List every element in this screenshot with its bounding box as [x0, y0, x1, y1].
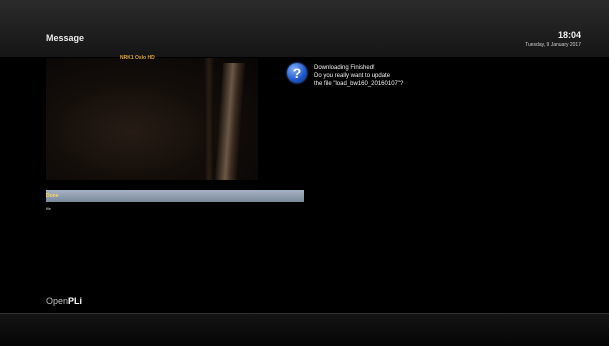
preview-shadow	[204, 58, 214, 180]
progress-fill	[46, 190, 304, 202]
progress-label: Done	[46, 193, 59, 199]
preview-highlight	[214, 63, 246, 180]
message-line: Downloading Finished!	[314, 65, 375, 71]
bottom-bar	[0, 314, 609, 346]
logo-suffix: PLi	[68, 296, 83, 306]
page-title: Message	[46, 33, 85, 43]
openpli-logo: OpenPLi	[46, 296, 82, 306]
question-icon: ?	[287, 63, 307, 83]
tv-preview	[46, 58, 258, 180]
screen: Message 18:04 Tuesday, 9 January 2017 NR…	[0, 0, 609, 346]
progress-sub-label: file	[46, 206, 52, 211]
channel-name: NRK1 Oslo HD	[120, 55, 155, 61]
logo-prefix: Open	[46, 296, 69, 306]
header-bar: Message 18:04 Tuesday, 9 January 2017	[0, 0, 609, 57]
clock: 18:04	[557, 30, 581, 40]
message-line: Do you really want to update	[314, 73, 391, 79]
date: Tuesday, 9 January 2017	[525, 42, 581, 48]
message-box[interactable]: Downloading Finished! Do you really want…	[314, 64, 403, 88]
progress-bar	[46, 190, 304, 202]
message-line: the file "load_bw160_20160107"?	[314, 81, 404, 87]
